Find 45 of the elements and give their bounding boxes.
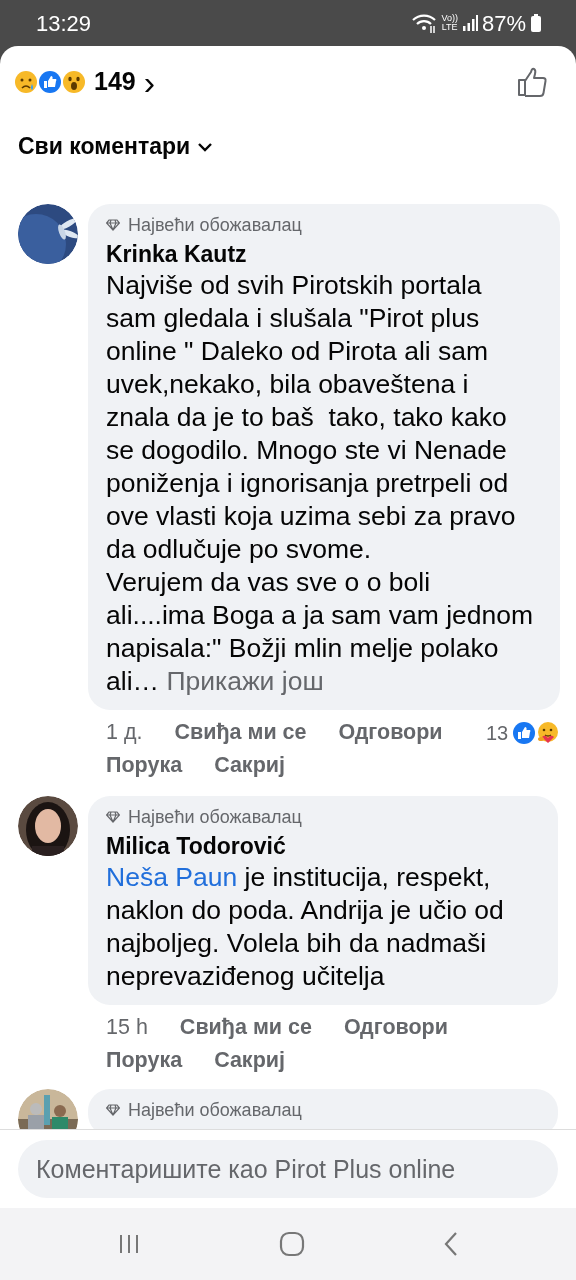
action-link[interactable]: Сакриј (214, 750, 285, 780)
diamond-icon (106, 1104, 120, 1117)
reaction-count: 13 (486, 720, 509, 746)
chevron-down-icon (198, 141, 213, 152)
action-link[interactable]: Свиђа ми се (179, 1012, 312, 1042)
home-icon[interactable] (279, 1231, 305, 1257)
fan-label: Највећи обожавалац (128, 213, 302, 237)
fan-label: Највећи обожавалац (128, 1098, 302, 1122)
comment-text: Najviše od svih Pirotskih portala sam gledala i slušala "Pirot plus online " Daleko od Pirota ali sam uvek,nekako, bila obaveštena i znala da je to baš tako, tako kako se dogodilo. Mnogo ste vi Nenade poniženja i ignorisanja pretrpeli od ove vlasti koja uzima sebi za pravo da odlučuje po svome. Verujem da vas sve o o boli ali....ima Boga a ja sam vam jednom napisala:" Božji mlin melje polako ali… Прикажи још (106, 268, 535, 698)
comment-filter[interactable]: Сви коментари (18, 129, 213, 164)
back-icon[interactable] (443, 1231, 459, 1257)
fan-label: Највећи обожавалац (128, 805, 302, 829)
sad-emoji-icon (14, 69, 38, 94)
signal-icon (461, 14, 478, 32)
see-more-link[interactable]: Прикажи још (166, 665, 324, 696)
action-link[interactable]: Порука (106, 1045, 183, 1075)
hug-emoji-icon (536, 720, 561, 745)
action-link[interactable]: Свиђа ми се (174, 717, 307, 747)
like-icon (512, 720, 537, 745)
chevron-icon: › (143, 64, 156, 99)
comment-time: 15 h (106, 1013, 148, 1041)
action-link[interactable]: Одговори (338, 717, 443, 747)
network-label: LTE (441, 23, 458, 32)
comment-time: 1 д. (106, 718, 143, 746)
diamond-icon (106, 811, 120, 824)
battery-percent: 87% (481, 9, 526, 38)
battery-icon (530, 13, 542, 33)
author-name[interactable]: Milica Todorović (106, 830, 532, 861)
reactions-summary[interactable]: 149 › (14, 62, 156, 101)
thumbs-up-icon[interactable] (516, 65, 548, 98)
action-link[interactable]: Сакриј (214, 1045, 285, 1075)
network-label: Vo)) (441, 14, 458, 23)
status-time: 13:29 (36, 9, 92, 38)
wow-emoji-icon (62, 69, 86, 94)
comment-input[interactable]: Коментаришите као Pirot Plus online (18, 1140, 558, 1198)
recent-apps-icon[interactable] (117, 1232, 141, 1256)
wifi-icon (411, 12, 438, 34)
action-link[interactable]: Порука (106, 750, 183, 780)
action-link[interactable]: Одговори (343, 1012, 448, 1042)
diamond-icon (106, 219, 120, 232)
reaction-count: 149 (94, 65, 136, 97)
mention-link[interactable]: Neša Paun (106, 861, 238, 892)
author-name[interactable]: Krinka Kautz (106, 238, 535, 269)
comment-text: Neša Paun je institucija, respekt, naklon do poda. Andrija je učio od najboljeg. Volela bih da nadmaši neprevaziđenog učitelja (106, 860, 505, 993)
like-icon (38, 69, 62, 94)
